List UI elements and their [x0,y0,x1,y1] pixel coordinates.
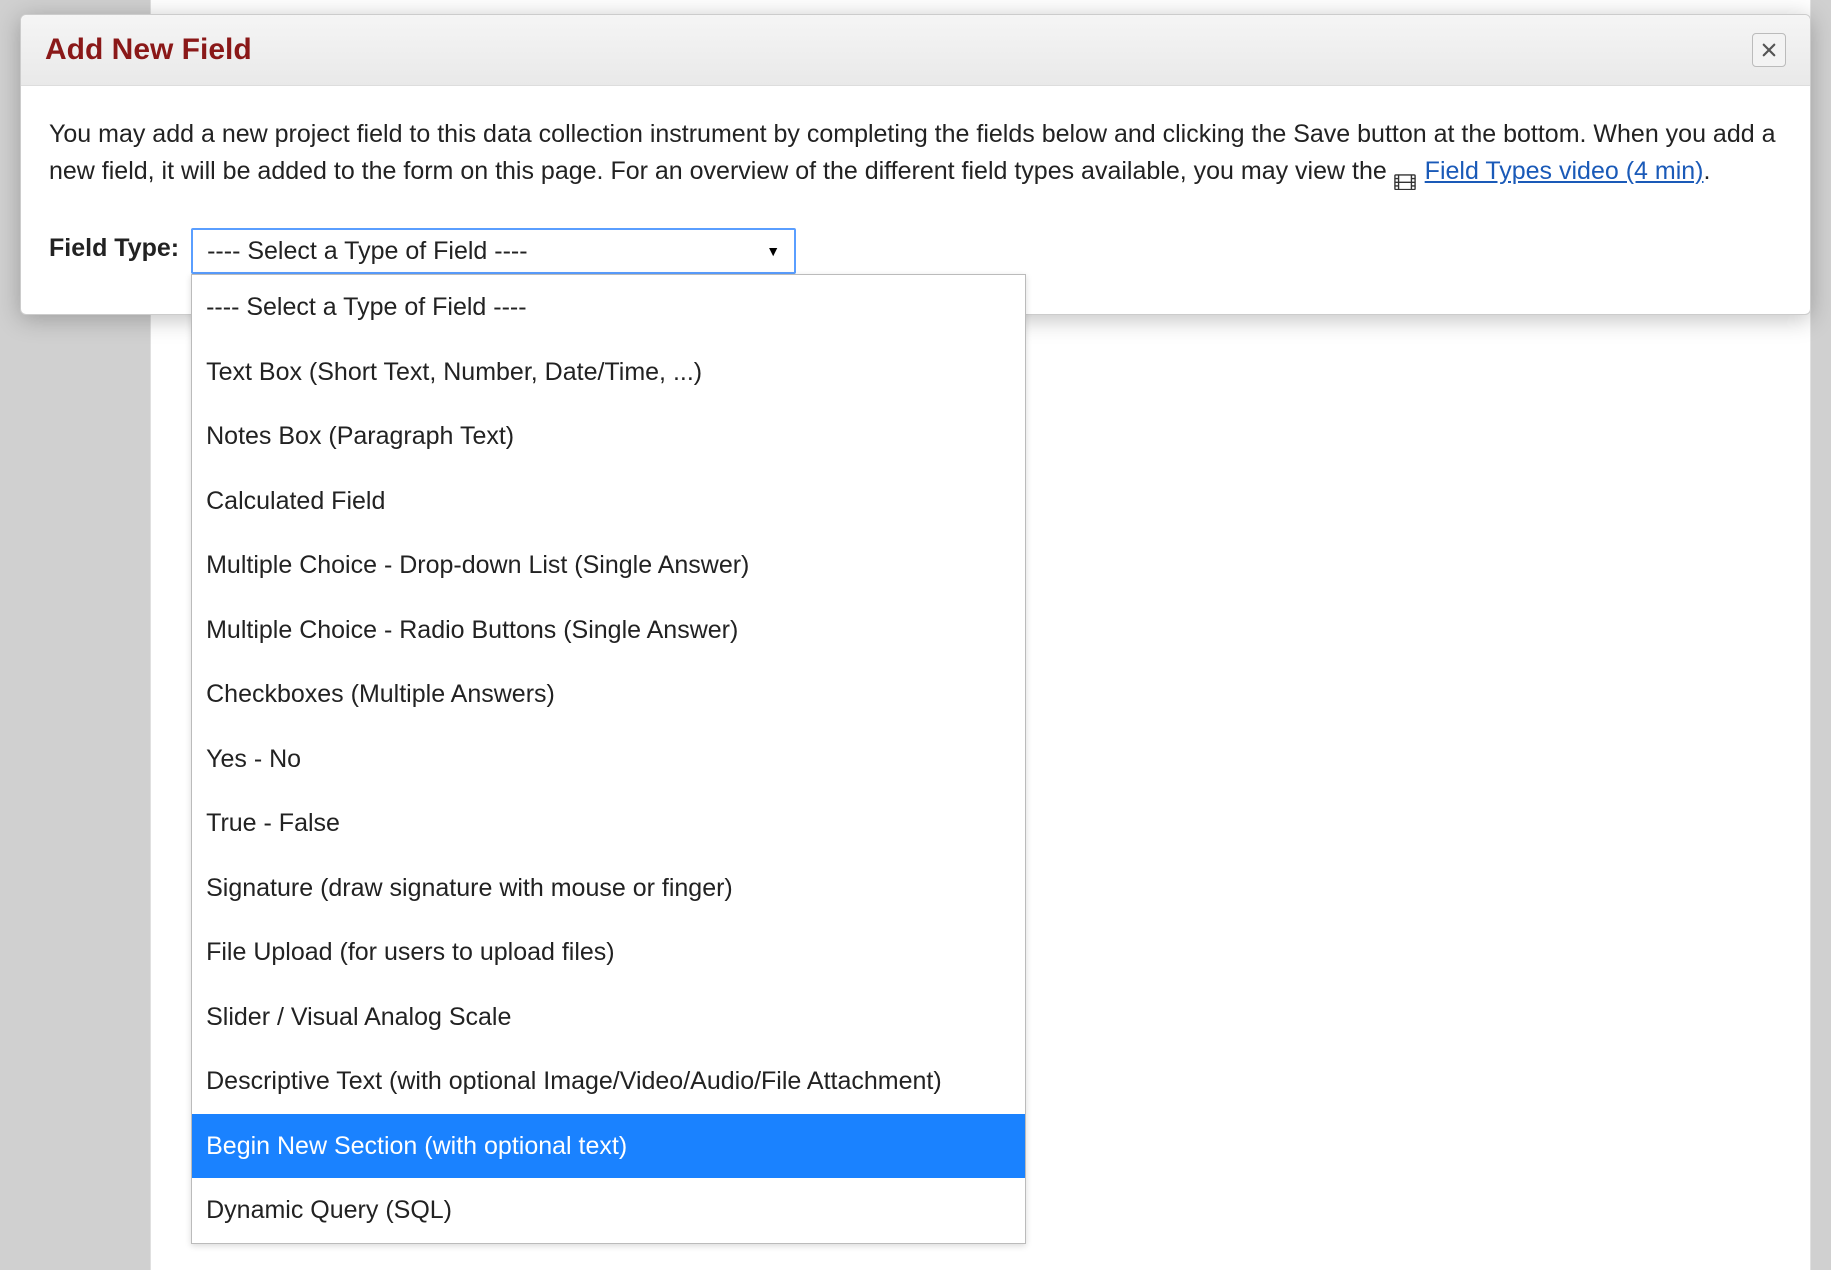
dropdown-option[interactable]: Checkboxes (Multiple Answers) [192,662,1025,727]
dropdown-option[interactable]: ---- Select a Type of Field ---- [192,275,1025,340]
intro-part2: . [1704,157,1711,185]
field-types-video-link[interactable]: Field Types video (4 min) [1425,157,1704,185]
dropdown-option[interactable]: True - False [192,791,1025,856]
modal-title: Add New Field [45,33,252,67]
intro-text: You may add a new project field to this … [49,116,1782,190]
field-type-select-wrapper: ---- Select a Type of Field ---- ▼ ---- … [191,228,796,274]
dropdown-option[interactable]: Notes Box (Paragraph Text) [192,404,1025,469]
close-button[interactable] [1752,33,1786,67]
field-type-row: Field Type: ---- Select a Type of Field … [49,228,1782,274]
modal-overlay: Add New Field You may add a new project … [0,0,1831,1270]
dropdown-option[interactable]: Begin New Section (with optional text) [192,1114,1025,1179]
modal-header: Add New Field [21,15,1810,86]
dropdown-option[interactable]: Signature (draw signature with mouse or … [192,856,1025,921]
field-type-select[interactable]: ---- Select a Type of Field ---- ▼ [191,228,796,274]
field-type-dropdown: ---- Select a Type of Field ----Text Box… [191,274,1026,1244]
chevron-down-icon: ▼ [766,243,780,259]
select-current-value: ---- Select a Type of Field ---- [207,237,527,266]
dropdown-option[interactable]: Multiple Choice - Drop-down List (Single… [192,533,1025,598]
dropdown-option[interactable]: Dynamic Query (SQL) [192,1178,1025,1243]
close-icon [1760,41,1778,59]
dropdown-option[interactable]: Descriptive Text (with optional Image/Vi… [192,1049,1025,1114]
dropdown-option[interactable]: Slider / Visual Analog Scale [192,985,1025,1050]
dropdown-option[interactable]: Text Box (Short Text, Number, Date/Time,… [192,340,1025,405]
field-type-label: Field Type: [49,228,179,263]
add-new-field-modal: Add New Field You may add a new project … [20,14,1811,315]
dropdown-option[interactable]: Calculated Field [192,469,1025,534]
modal-body: You may add a new project field to this … [21,86,1810,314]
dropdown-option[interactable]: Yes - No [192,727,1025,792]
dropdown-option[interactable]: Multiple Choice - Radio Buttons (Single … [192,598,1025,663]
dropdown-option[interactable]: File Upload (for users to upload files) [192,920,1025,985]
film-icon [1394,164,1416,180]
